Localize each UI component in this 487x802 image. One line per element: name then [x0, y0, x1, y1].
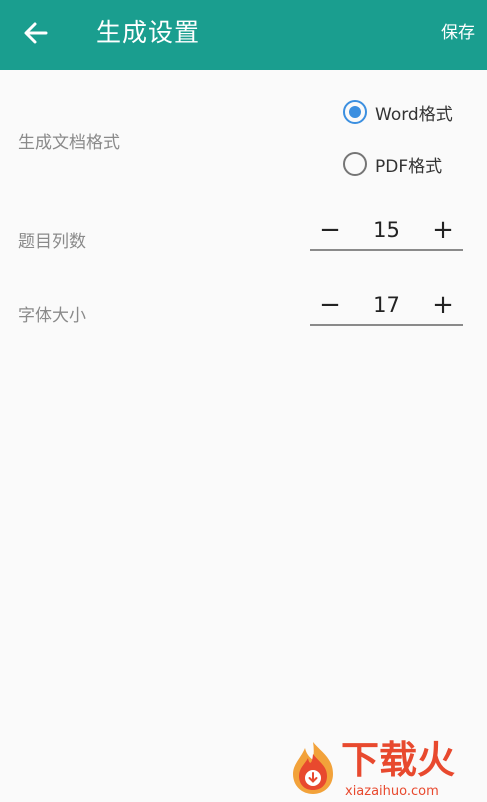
format-option-pdf[interactable]: PDF格式 — [343, 148, 442, 180]
columns-minus-button[interactable]: − — [310, 213, 350, 247]
save-button[interactable]: 保存 — [441, 19, 475, 47]
columns-value[interactable]: 15 — [350, 213, 423, 247]
font-size-minus-button[interactable]: − — [310, 288, 350, 322]
watermark-domain: xiazaihuo.com — [345, 784, 439, 799]
format-option-word[interactable]: Word格式 — [343, 96, 453, 128]
font-size-stepper: − 17 + — [310, 288, 463, 326]
arrow-left-icon — [24, 22, 48, 44]
format-option-pdf-label: PDF格式 — [375, 156, 443, 177]
columns-plus-button[interactable]: + — [423, 213, 463, 247]
watermark-text: 下载火 — [341, 738, 456, 782]
format-option-word-label: Word格式 — [375, 104, 453, 125]
columns-label: 题目列数 — [18, 232, 86, 252]
app-bar: 生成设置 保存 — [0, 0, 487, 70]
font-size-value[interactable]: 17 — [350, 288, 423, 322]
radio-checked-icon[interactable] — [343, 100, 367, 124]
watermark: 下载火 xiazaihuo.com — [283, 736, 487, 802]
format-label: 生成文档格式 — [18, 133, 120, 153]
page-title: 生成设置 — [96, 18, 201, 47]
radio-unchecked-icon[interactable] — [343, 152, 367, 176]
back-button[interactable] — [16, 13, 56, 53]
flame-logo-icon — [293, 742, 333, 794]
font-size-label: 字体大小 — [18, 306, 86, 326]
columns-stepper: − 15 + — [310, 213, 463, 251]
font-size-plus-button[interactable]: + — [423, 288, 463, 322]
